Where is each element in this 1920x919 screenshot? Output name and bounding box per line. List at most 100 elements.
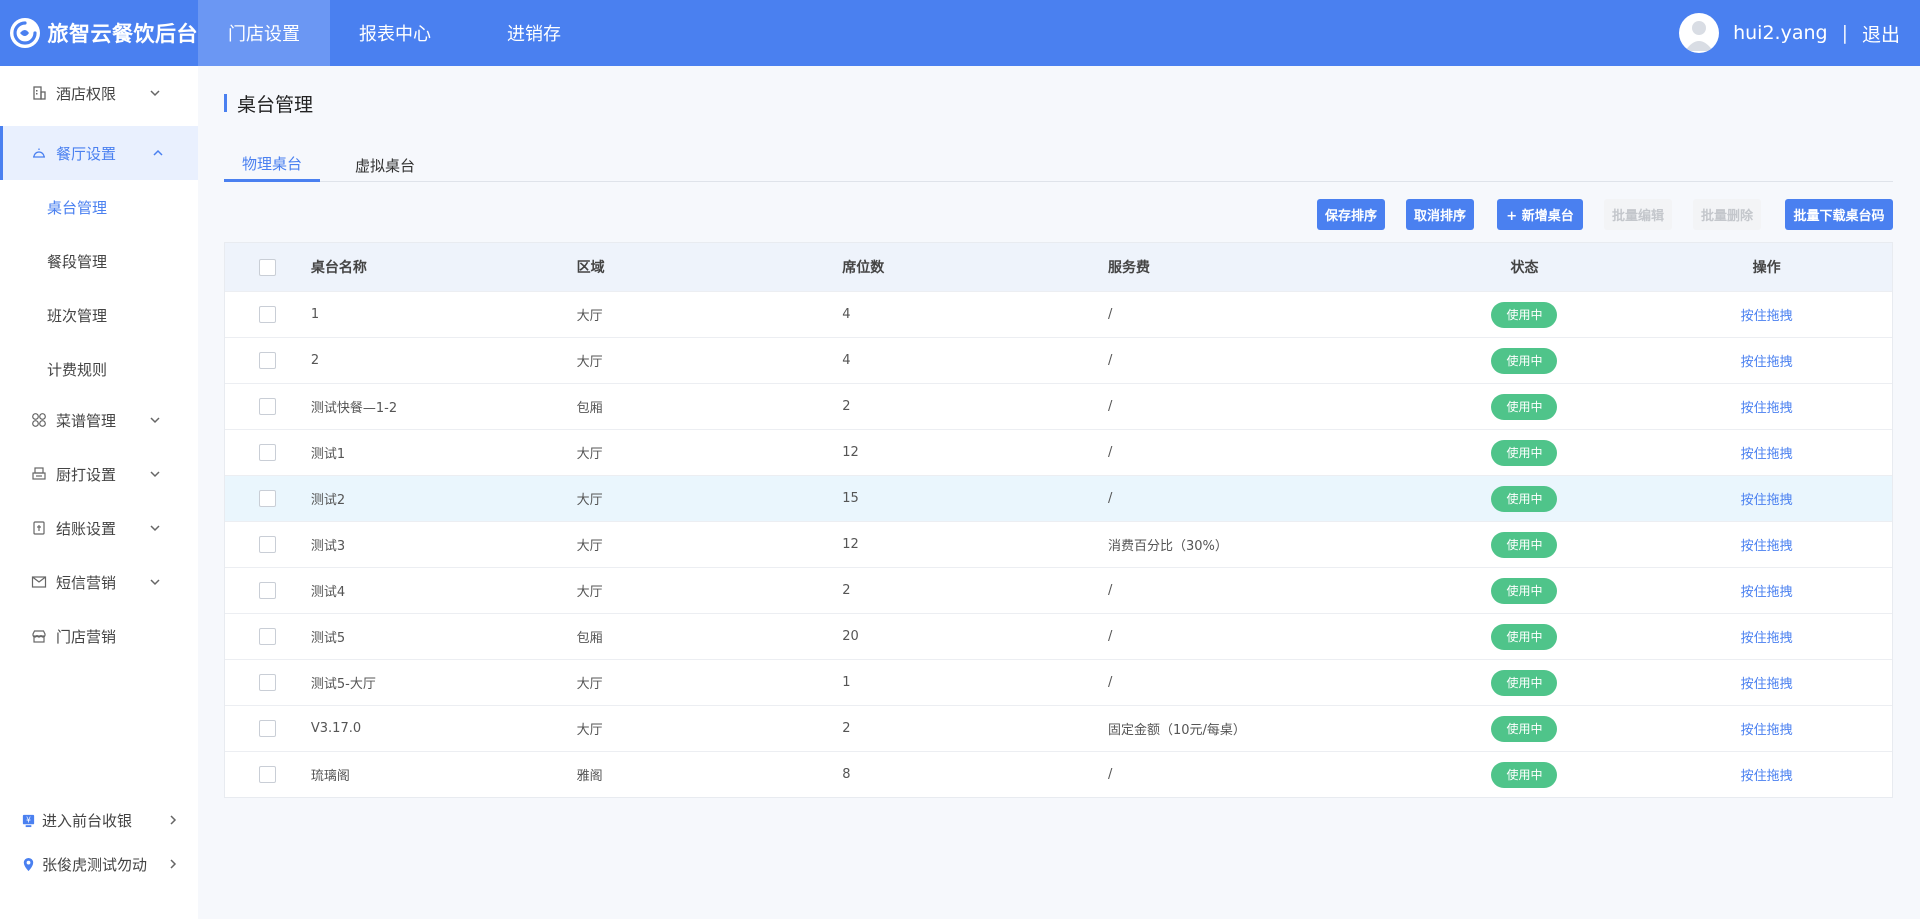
table-row[interactable]: 测试5 包厢 20 / 使用中 按住拖拽 xyxy=(225,613,1892,659)
row-checkbox[interactable] xyxy=(259,674,277,691)
row-checkbox[interactable] xyxy=(259,306,277,323)
username: hui2.yang xyxy=(1733,22,1828,44)
drag-handle-link[interactable]: 按住拖拽 xyxy=(1741,765,1793,784)
drag-handle-link[interactable]: 按住拖拽 xyxy=(1741,397,1793,416)
save-sort-button[interactable]: 保存排序 xyxy=(1317,199,1385,230)
table-row[interactable]: 测试1 大厅 12 / 使用中 按住拖拽 xyxy=(225,429,1892,475)
table-row-hovered[interactable]: 测试2 大厅 15 / 使用中 按住拖拽 xyxy=(225,475,1892,521)
cancel-sort-button[interactable]: 取消排序 xyxy=(1406,199,1474,230)
status-badge: 使用中 xyxy=(1491,301,1558,328)
status-badge: 使用中 xyxy=(1491,715,1558,742)
header-seats: 席位数 xyxy=(842,260,885,276)
batch-delete-button[interactable]: 批量删除 xyxy=(1693,199,1761,230)
chevron-up-icon xyxy=(151,146,165,160)
cell-service-fee: / xyxy=(1107,629,1113,644)
cell-area: 大厅 xyxy=(576,723,603,738)
table-row[interactable]: 琉璃阁 雅阁 8 / 使用中 按住拖拽 xyxy=(225,751,1892,797)
row-checkbox[interactable] xyxy=(259,444,277,461)
sidebar-item-sms-marketing[interactable]: 短信营销 xyxy=(0,555,198,609)
add-table-button[interactable]: + 新增桌台 xyxy=(1497,199,1583,230)
cell-service-fee: / xyxy=(1107,399,1113,414)
cell-service-fee: / xyxy=(1107,353,1113,368)
topnav-inventory[interactable]: 进销存 xyxy=(460,0,608,66)
avatar[interactable] xyxy=(1679,13,1720,53)
tables-table: 桌台名称 区域 席位数 服务费 状态 操作 1 大厅 4 / 使用中 按住拖拽 … xyxy=(224,242,1893,798)
row-checkbox[interactable] xyxy=(259,766,277,783)
drag-handle-link[interactable]: 按住拖拽 xyxy=(1741,443,1793,462)
table-row[interactable]: 2 大厅 4 / 使用中 按住拖拽 xyxy=(225,337,1892,383)
table-row[interactable]: 测试4 大厅 2 / 使用中 按住拖拽 xyxy=(225,567,1892,613)
chevron-down-icon xyxy=(148,467,162,481)
drag-handle-link[interactable]: 按住拖拽 xyxy=(1741,305,1793,324)
table-row[interactable]: 测试5-大厅 大厅 1 / 使用中 按住拖拽 xyxy=(225,659,1892,705)
row-checkbox[interactable] xyxy=(259,490,277,507)
drag-handle-link[interactable]: 按住拖拽 xyxy=(1741,581,1793,600)
sidebar-item-checkout-settings[interactable]: 结账设置 xyxy=(0,501,198,555)
sidebar-item-label: 短信营销 xyxy=(56,573,117,592)
sidebar: 酒店权限 餐厅设置 桌台管理 餐段管理 班次管理 计费规则 菜谱管理 厨打设置 … xyxy=(0,66,198,919)
row-checkbox[interactable] xyxy=(259,720,277,737)
header-service-fee: 服务费 xyxy=(1107,260,1150,276)
sidebar-item-label: 餐厅设置 xyxy=(56,144,117,163)
batch-edit-button[interactable]: 批量编辑 xyxy=(1604,199,1672,230)
cell-service-fee: / xyxy=(1107,491,1113,506)
tab-virtual-tables[interactable]: 虚拟桌台 xyxy=(320,148,450,182)
sidebar-item-menu-management[interactable]: 菜谱管理 xyxy=(0,393,198,447)
drag-handle-link[interactable]: 按住拖拽 xyxy=(1741,489,1793,508)
row-checkbox[interactable] xyxy=(259,352,277,369)
drag-handle-link[interactable]: 按住拖拽 xyxy=(1741,627,1793,646)
cell-seats: 2 xyxy=(842,583,851,598)
select-all-checkbox[interactable] xyxy=(259,258,277,276)
cell-area: 包厢 xyxy=(576,401,603,416)
batch-download-qr-button[interactable]: 批量下载桌台码 xyxy=(1785,199,1893,230)
header-select-cell xyxy=(225,258,311,276)
sidebar-subitem-table-management[interactable]: 桌台管理 xyxy=(0,180,198,234)
header-status: 状态 xyxy=(1510,260,1539,276)
status-badge: 使用中 xyxy=(1491,531,1558,558)
user-box: hui2.yang | 退出 xyxy=(1679,0,1900,66)
sidebar-item-hotel-permission[interactable]: 酒店权限 xyxy=(0,66,198,120)
row-checkbox[interactable] xyxy=(259,398,277,415)
topnav-report-center[interactable]: 报表中心 xyxy=(330,0,460,66)
drag-handle-link[interactable]: 按住拖拽 xyxy=(1741,719,1793,738)
status-badge: 使用中 xyxy=(1491,439,1558,466)
sidebar-item-restaurant-settings[interactable]: 餐厅设置 xyxy=(0,126,198,180)
store-icon xyxy=(30,627,48,645)
sidebar-subitem-shift-management[interactable]: 班次管理 xyxy=(0,288,198,342)
sidebar-item-label: 菜谱管理 xyxy=(56,411,117,430)
logout-link[interactable]: 退出 xyxy=(1862,20,1900,47)
cell-seats: 12 xyxy=(842,537,859,552)
table-row[interactable]: 1 大厅 4 / 使用中 按住拖拽 xyxy=(225,291,1892,337)
drag-handle-link[interactable]: 按住拖拽 xyxy=(1741,535,1793,554)
restaurant-icon xyxy=(30,144,48,162)
cell-name: 2 xyxy=(310,353,320,368)
enter-cashier-link[interactable]: ¥ 进入前台收银 xyxy=(20,800,180,840)
row-checkbox[interactable] xyxy=(259,536,277,553)
table-row[interactable]: 测试快餐—1-2 包厢 2 / 使用中 按住拖拽 xyxy=(225,383,1892,429)
tab-physical-tables[interactable]: 物理桌台 xyxy=(224,148,320,182)
table-row[interactable]: V3.17.0 大厅 2 固定金额（10元/每桌） 使用中 按住拖拽 xyxy=(225,705,1892,751)
cell-name: 测试1 xyxy=(310,447,346,462)
status-badge: 使用中 xyxy=(1491,393,1558,420)
sidebar-item-kitchen-print[interactable]: 厨打设置 xyxy=(0,447,198,501)
main-content: 桌台管理 物理桌台 虚拟桌台 保存排序 取消排序 + 新增桌台 批量编辑 批量删… xyxy=(198,66,1920,919)
header-action: 操作 xyxy=(1752,260,1781,276)
cell-seats: 2 xyxy=(842,721,851,736)
row-checkbox[interactable] xyxy=(259,582,277,599)
sidebar-subitem-meal-period[interactable]: 餐段管理 xyxy=(0,234,198,288)
store-switch-link[interactable]: 张俊虎测试勿动 xyxy=(20,844,180,884)
drag-handle-link[interactable]: 按住拖拽 xyxy=(1741,673,1793,692)
cell-area: 雅阁 xyxy=(576,769,603,784)
cell-seats: 12 xyxy=(842,445,859,460)
brand[interactable]: 旅智云餐饮后台 xyxy=(0,0,198,66)
drag-handle-link[interactable]: 按住拖拽 xyxy=(1741,351,1793,370)
cell-service-fee: / xyxy=(1107,445,1113,460)
table-row[interactable]: 测试3 大厅 12 消费百分比（30%） 使用中 按住拖拽 xyxy=(225,521,1892,567)
cell-name: 测试5 xyxy=(310,631,346,646)
chevron-down-icon xyxy=(148,86,162,100)
mail-icon xyxy=(30,573,48,591)
topnav-store-settings[interactable]: 门店设置 xyxy=(198,0,330,66)
sidebar-subitem-billing-rules[interactable]: 计费规则 xyxy=(0,342,198,396)
sidebar-item-store-marketing[interactable]: 门店营销 xyxy=(0,609,198,663)
row-checkbox[interactable] xyxy=(259,628,277,645)
